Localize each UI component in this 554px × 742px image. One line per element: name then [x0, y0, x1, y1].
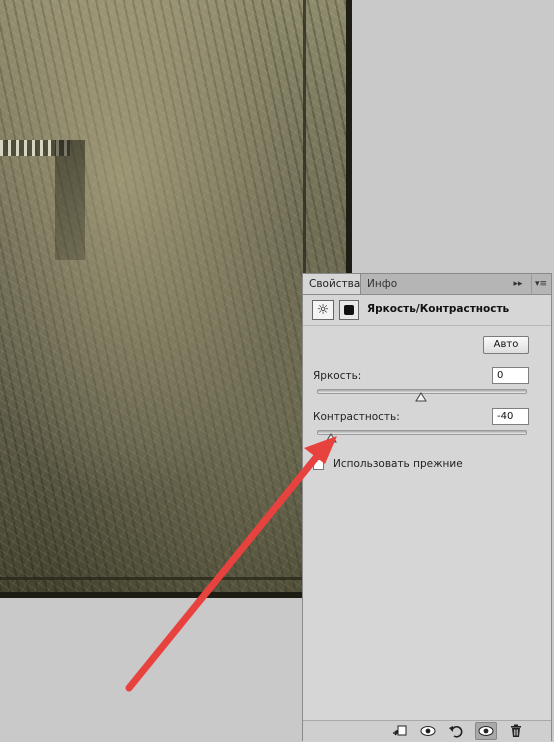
grunge-photo — [0, 0, 352, 598]
use-legacy-checkbox[interactable] — [313, 459, 324, 470]
brightness-slider-thumb[interactable] — [415, 392, 427, 402]
tab-info[interactable]: Инфо — [361, 274, 405, 294]
panel-tabbar: Свойства Инфо ▸▸ ▾≡ — [303, 274, 551, 295]
collapse-panel-icon[interactable]: ▸▸ — [509, 274, 527, 294]
sun-brightness-icon[interactable]: ☼ — [312, 300, 334, 320]
brightness-input[interactable]: 0 — [492, 367, 529, 384]
properties-panel: Свойства Инфо ▸▸ ▾≡ ☼ Яркость/Контрастно… — [302, 273, 552, 742]
auto-button[interactable]: Авто — [483, 336, 529, 354]
panel-menu-icon[interactable]: ▾≡ — [531, 274, 550, 294]
reset-icon[interactable] — [445, 722, 467, 740]
use-legacy-label: Использовать прежние — [333, 458, 463, 470]
photo-frame — [0, 0, 306, 580]
adjustment-header: ☼ Яркость/Контрастность — [303, 295, 551, 326]
view-previous-icon[interactable] — [417, 722, 439, 740]
tab-properties[interactable]: Свойства — [303, 274, 361, 294]
brightness-label: Яркость: — [313, 370, 362, 382]
contrast-label: Контрастность: — [313, 411, 400, 423]
trash-icon[interactable] — [505, 722, 527, 740]
adjustment-title: Яркость/Контрастность — [367, 303, 510, 315]
contrast-slider-thumb[interactable] — [324, 433, 337, 443]
contrast-input[interactable]: -40 — [492, 408, 529, 425]
clip-to-layer-icon[interactable] — [389, 722, 411, 740]
photo-tower — [55, 140, 85, 260]
contrast-slider-track[interactable] — [317, 430, 527, 435]
visibility-eye-icon[interactable] — [475, 722, 497, 740]
layer-mask-icon[interactable] — [339, 300, 359, 320]
panel-bottom-toolbar — [303, 720, 551, 742]
